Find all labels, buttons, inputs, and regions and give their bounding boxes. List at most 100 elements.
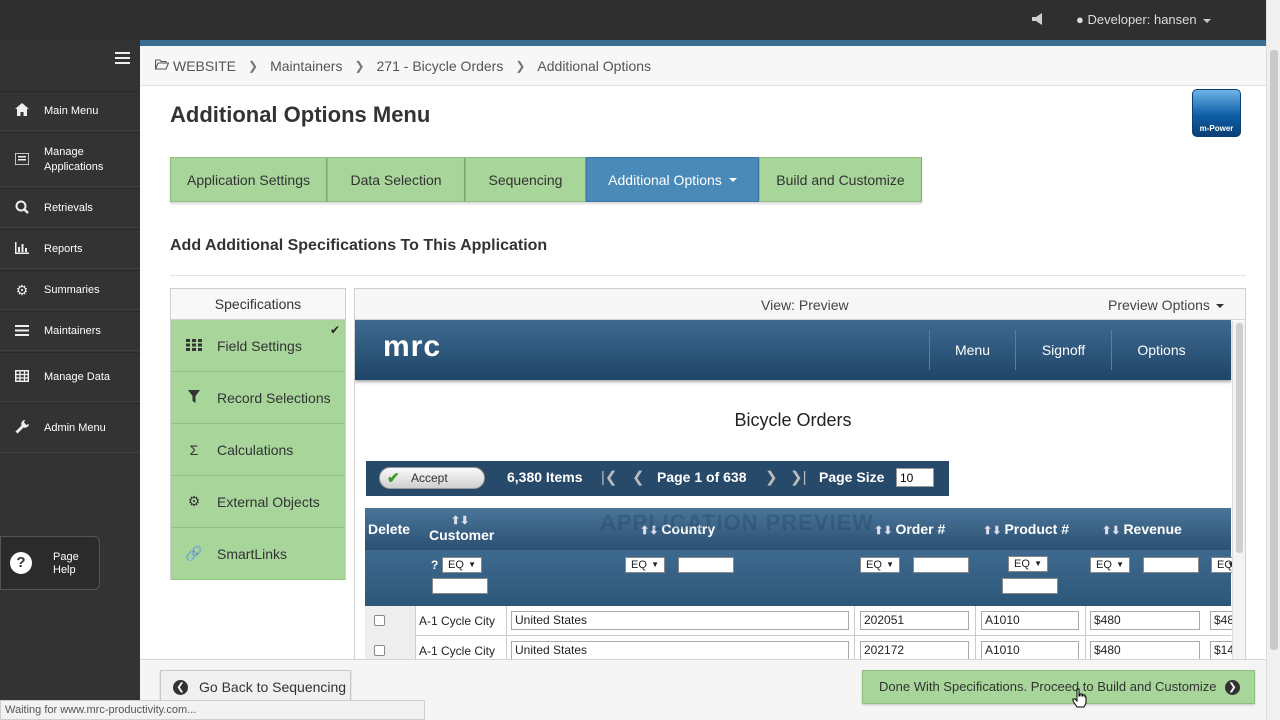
spec-record-selections[interactable]: Record Selections xyxy=(171,372,345,424)
cell-revenue[interactable]: $480 xyxy=(1090,611,1200,630)
help-label-line1: Page xyxy=(53,551,79,563)
lines-icon xyxy=(0,323,44,339)
prev-page-icon[interactable]: ❮ xyxy=(632,468,645,486)
revenue-filter-input[interactable] xyxy=(1143,557,1199,573)
spec-field-settings[interactable]: Field Settings ✔ xyxy=(171,320,345,372)
announcement-icon[interactable] xyxy=(1031,12,1047,28)
spec-external-objects[interactable]: ⚙ External Objects xyxy=(171,476,345,528)
sidebar-item-manage-applications[interactable]: Manage Applications xyxy=(0,132,140,187)
next-page-icon[interactable]: ❯ xyxy=(765,468,778,486)
scrollbar-thumb[interactable] xyxy=(1236,323,1243,553)
cell-order[interactable]: 202172 xyxy=(860,641,969,659)
go-back-button[interactable]: ❮ Go Back to Sequencing xyxy=(160,670,351,704)
filter-icon xyxy=(171,389,217,406)
divider xyxy=(170,275,1246,276)
app-nav-options[interactable]: Options xyxy=(1111,330,1211,370)
breadcrumb-maintainers[interactable]: Maintainers xyxy=(270,58,342,74)
order-filter-input[interactable] xyxy=(913,557,969,573)
preview-scrollbar[interactable] xyxy=(1232,321,1245,659)
sidebar-item-manage-data[interactable]: Manage Data xyxy=(0,352,140,402)
breadcrumb: WEBSITE ❯ Maintainers ❯ 271 - Bicycle Or… xyxy=(140,46,1266,86)
gear-icon: ⚙ xyxy=(15,281,29,298)
browser-status-bar: Waiting for www.mrc-productivity.com... xyxy=(0,700,425,720)
page-title: Additional Options Menu xyxy=(170,102,431,127)
app-title: Bicycle Orders xyxy=(734,410,852,430)
col-customer[interactable]: ⬆⬇ Customer xyxy=(429,512,494,542)
customer-filter-op[interactable]: EQ xyxy=(442,557,482,573)
preview-options-dropdown[interactable]: Preview Options xyxy=(1108,297,1224,313)
sidebar-item-summaries[interactable]: ⚙ Summaries xyxy=(0,270,140,310)
hand-cursor-icon xyxy=(1072,688,1087,708)
first-page-icon[interactable]: |❮ xyxy=(601,468,617,486)
tab-build-and-customize[interactable]: Build and Customize xyxy=(759,157,922,202)
order-filter-op[interactable]: EQ xyxy=(860,557,900,573)
col-order[interactable]: ⬆⬇ Order # xyxy=(874,521,945,537)
product-filter-op[interactable]: EQ xyxy=(1008,556,1048,572)
user-icon: ● xyxy=(1076,12,1084,27)
cell-revenue[interactable]: $480 xyxy=(1090,641,1200,659)
page-scrollbar[interactable] xyxy=(1266,40,1280,720)
cell-product[interactable]: A1010 xyxy=(981,611,1079,630)
logo-text: m-Power xyxy=(1199,124,1234,133)
checkmark-icon: ✔ xyxy=(387,470,400,487)
folder-open-icon xyxy=(154,58,170,73)
accept-button[interactable]: ✔ Accept xyxy=(379,467,485,489)
cell-order[interactable]: 202051 xyxy=(860,611,969,630)
sort-icon: ⬆⬇ xyxy=(450,515,470,527)
sort-icon: ⬆⬇ xyxy=(1102,525,1121,537)
user-label: Developer: hansen xyxy=(1087,12,1197,27)
grid-filter-row: ? EQ EQ EQ EQ EQ EQ xyxy=(365,550,1241,606)
done-proceed-button[interactable]: Done With Specifications. Proceed to Bui… xyxy=(862,670,1255,704)
m-power-logo: m-Power xyxy=(1192,89,1241,137)
sidebar-item-retrievals[interactable]: Retrievals xyxy=(0,188,140,228)
revenue-filter-op[interactable]: EQ xyxy=(1090,557,1130,573)
scrollbar-thumb[interactable] xyxy=(1270,50,1278,650)
chevron-right-icon: ❯ xyxy=(248,58,259,73)
spec-smartlinks[interactable]: 🔗 SmartLinks xyxy=(171,528,345,580)
cell-product[interactable]: A1010 xyxy=(981,641,1079,659)
cell-country[interactable]: United States xyxy=(511,611,849,630)
sidebar-item-admin-menu[interactable]: Admin Menu xyxy=(0,403,140,453)
chevron-down-icon xyxy=(1215,304,1224,309)
chevron-left-circle-icon: ❮ xyxy=(173,680,188,695)
chevron-right-icon: ❯ xyxy=(354,58,365,73)
tab-sequencing[interactable]: Sequencing xyxy=(465,157,586,202)
col-revenue[interactable]: ⬆⬇ Revenue xyxy=(1102,521,1182,537)
table-row: A-1 Cycle City United States 202051 A101… xyxy=(365,606,1240,636)
delete-checkbox[interactable] xyxy=(374,645,385,656)
spec-calculations[interactable]: Σ Calculations xyxy=(171,424,345,476)
chevron-down-icon xyxy=(728,177,737,182)
help-label-line2: Help xyxy=(53,564,76,576)
app-nav-menu[interactable]: Menu xyxy=(929,330,1015,370)
breadcrumb-website[interactable]: WEBSITE xyxy=(173,58,236,74)
sidebar-item-label: Summaries xyxy=(44,283,100,296)
country-filter-input[interactable] xyxy=(678,557,734,573)
sidebar-item-reports[interactable]: Reports xyxy=(0,229,140,269)
customer-filter-input[interactable] xyxy=(432,578,488,594)
grid-icon xyxy=(171,338,217,354)
col-product[interactable]: ⬆⬇ Product # xyxy=(983,521,1069,537)
delete-checkbox[interactable] xyxy=(374,615,385,626)
page-size-input[interactable] xyxy=(896,468,934,487)
sidebar-item-maintainers[interactable]: Maintainers xyxy=(0,311,140,351)
app-header-bar: mrc Menu Signoff Options xyxy=(355,320,1231,380)
sidebar-item-main-menu[interactable]: Main Menu xyxy=(0,91,140,131)
cell-country[interactable]: United States xyxy=(511,641,849,659)
breadcrumb-additional-options: Additional Options xyxy=(537,57,652,74)
country-filter-op[interactable]: EQ xyxy=(625,557,665,573)
app-nav-signoff[interactable]: Signoff xyxy=(1015,330,1111,370)
tab-data-selection[interactable]: Data Selection xyxy=(327,157,465,202)
tab-additional-options[interactable]: Additional Options xyxy=(586,157,759,202)
hamburger-icon[interactable] xyxy=(115,52,130,64)
table-icon xyxy=(0,369,44,385)
page-info: Page 1 of 638 xyxy=(657,469,747,485)
items-count: 6,380 Items xyxy=(507,469,583,485)
sidebar-item-label: Maintainers xyxy=(44,324,101,337)
user-menu[interactable]: ● Developer: hansen xyxy=(1076,12,1211,27)
breadcrumb-bicycle-orders[interactable]: 271 - Bicycle Orders xyxy=(377,58,504,74)
last-page-icon[interactable]: ❯| xyxy=(790,468,806,486)
product-filter-input[interactable] xyxy=(1002,578,1058,594)
specifications-header: Specifications xyxy=(171,289,345,320)
tab-application-settings[interactable]: Application Settings xyxy=(170,157,327,202)
page-help-button[interactable]: ? Page Help xyxy=(0,536,100,590)
